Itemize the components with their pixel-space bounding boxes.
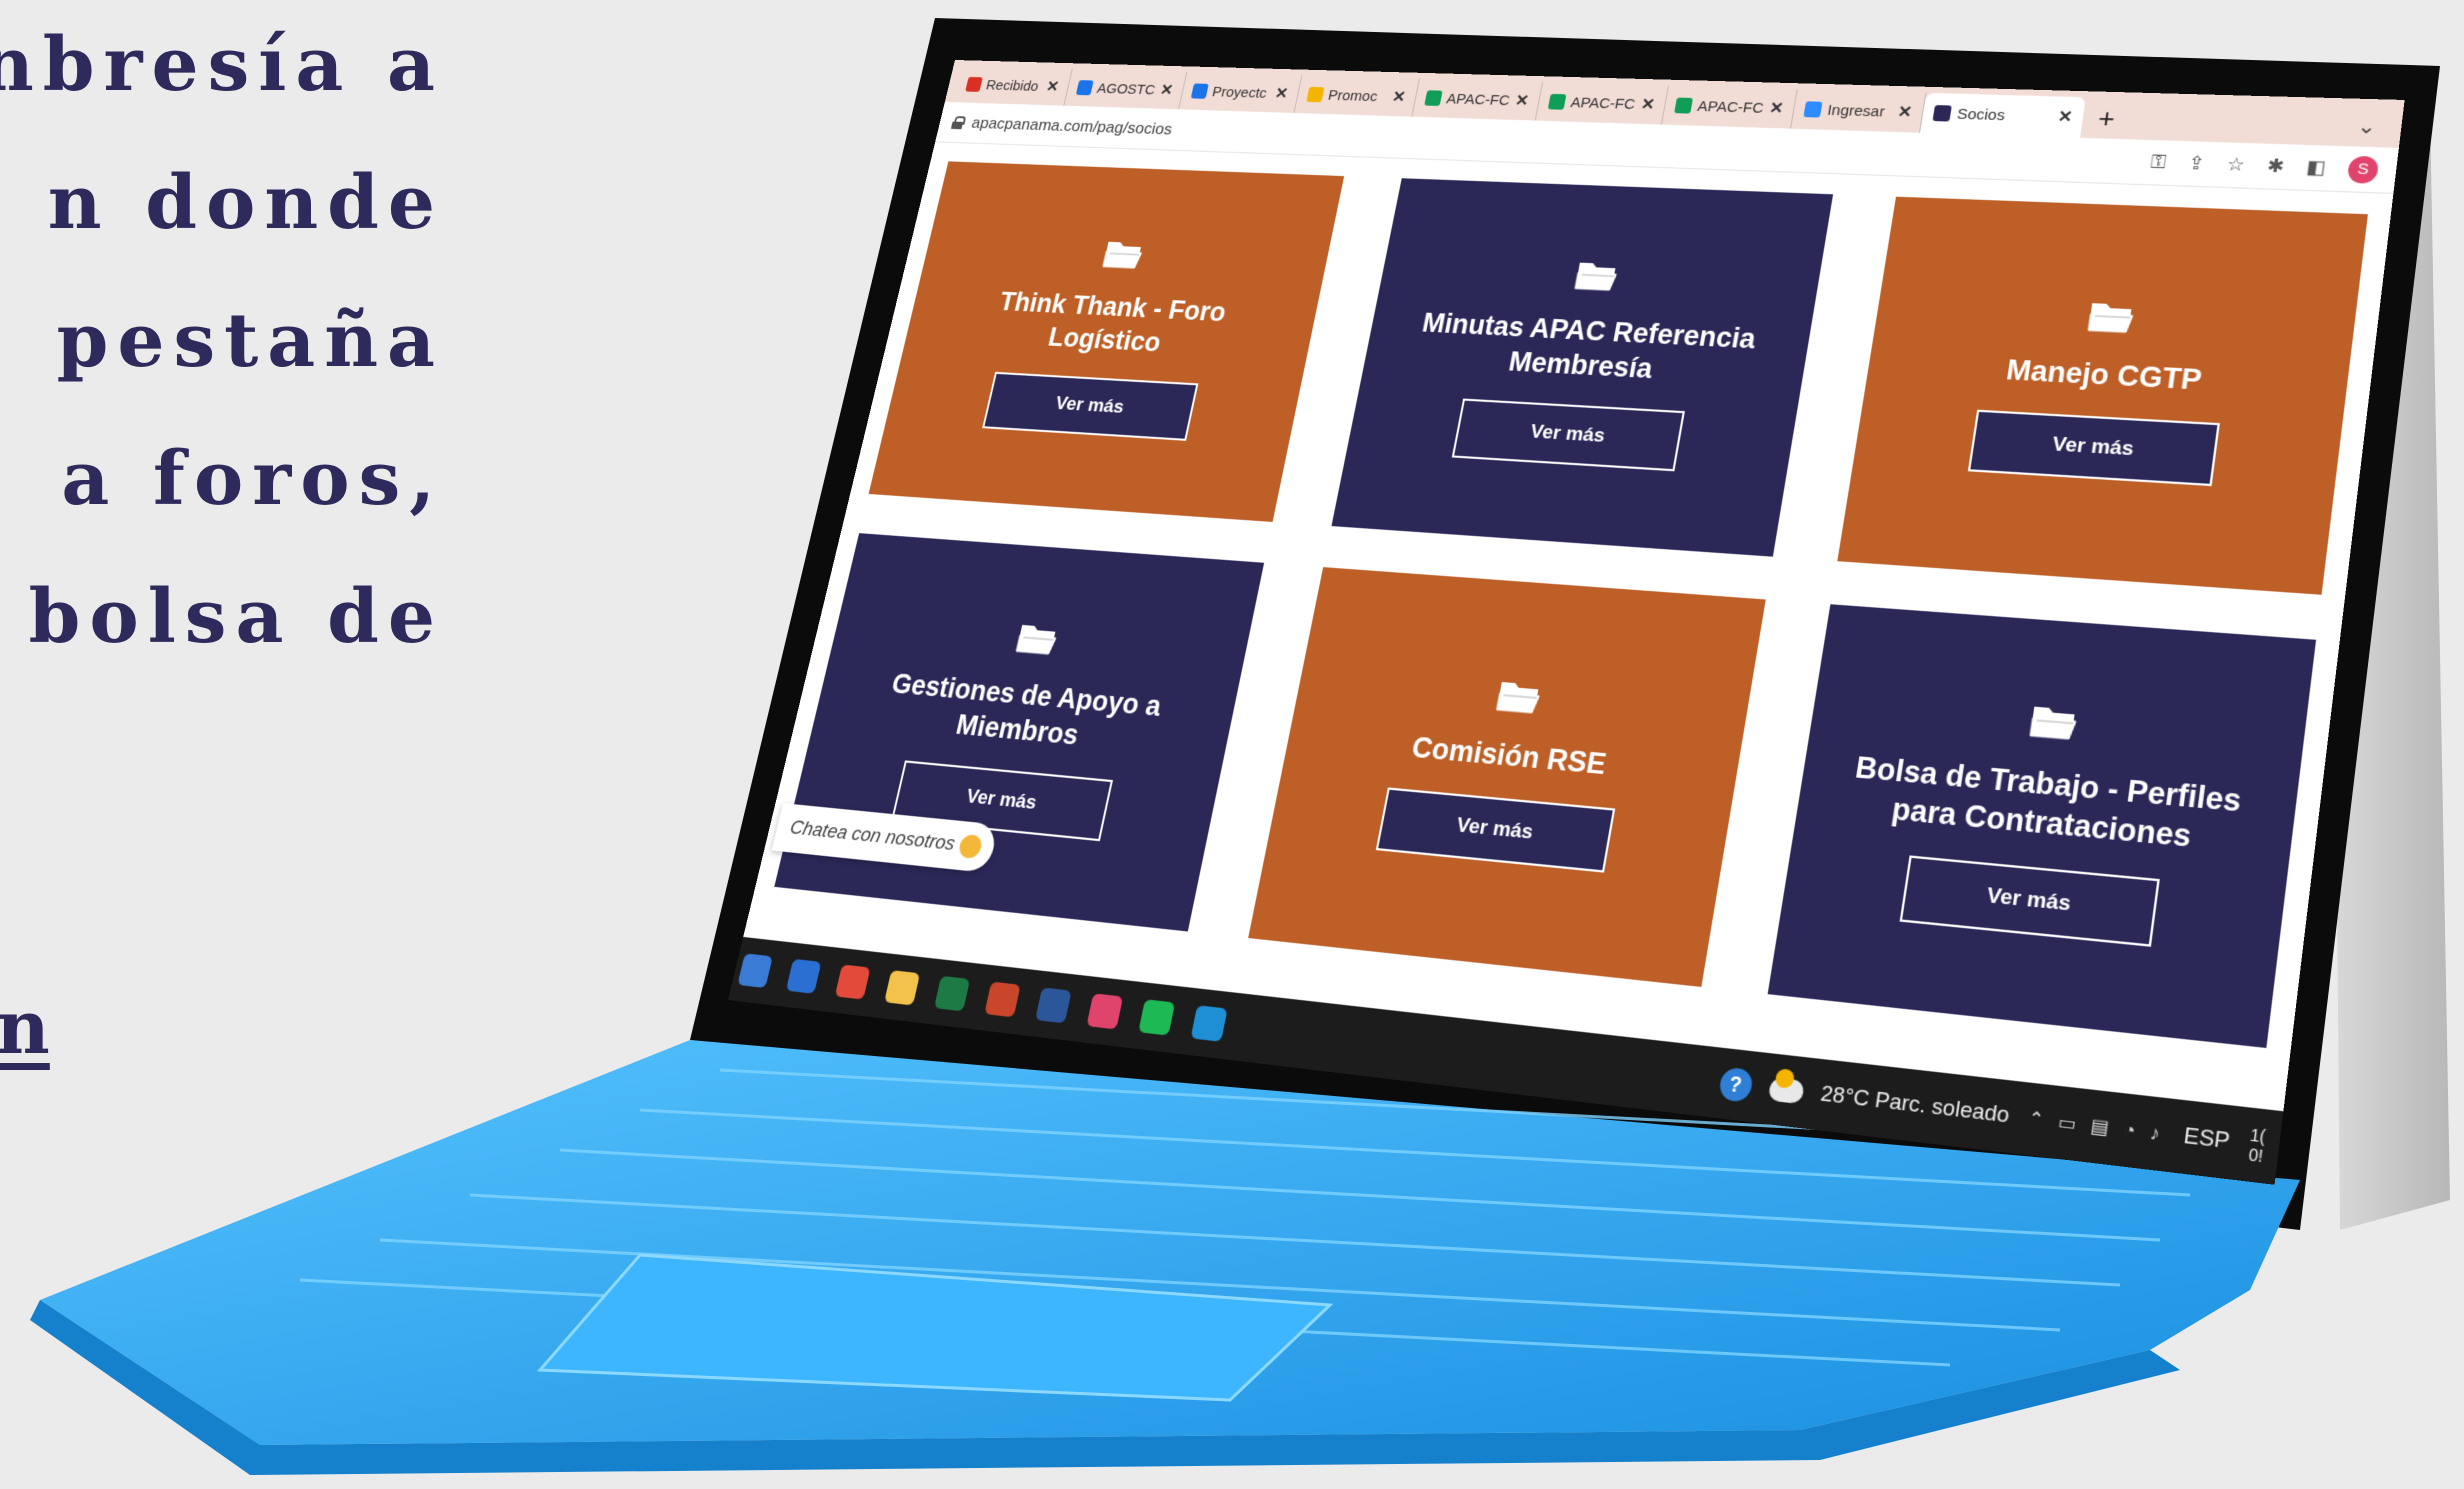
folder-icon [2028, 702, 2081, 742]
section-card: Bolsa de Trabajo - Perfiles para Contrat… [1767, 604, 2317, 1048]
chat-label: Chatea con nosotros [787, 816, 958, 856]
sheets-icon [1674, 97, 1694, 114]
extensions-icon[interactable]: ✱ [2266, 155, 2286, 177]
browser-tab[interactable]: Recibido ✕ [953, 65, 1073, 106]
clock-line-1: 1( [2249, 1124, 2267, 1147]
profile-avatar[interactable]: S [2346, 155, 2380, 184]
address-bar-actions: ⚿ ⇪ ☆ ✱ ◧ S [2149, 149, 2380, 184]
clock[interactable]: 1( 0! [2247, 1125, 2267, 1166]
section-card: Minutas APAC Referencia Membresía Ver más [1331, 178, 1834, 557]
close-icon[interactable]: ✕ [1514, 91, 1531, 111]
clock-line-2: 0! [2247, 1144, 2265, 1166]
tray-icons[interactable]: ⌃ ▭ ▤ ◔ ♪ [2026, 1107, 2166, 1147]
browser-tab[interactable]: Proyectc ✕ [1178, 72, 1303, 113]
sheets-icon [1423, 90, 1443, 106]
excel-icon[interactable] [933, 975, 971, 1012]
star-icon[interactable]: ☆ [2225, 154, 2247, 176]
tab-label: Socios [1955, 105, 2007, 124]
canva-icon [1075, 80, 1094, 96]
browser-tab[interactable]: APAC-FC ✕ [1661, 85, 1798, 129]
section-card: Gestiones de Apoyo a Miembros Ver más [774, 533, 1265, 932]
word-icon[interactable] [1035, 987, 1072, 1024]
key-icon[interactable]: ⚿ [2149, 151, 2168, 173]
folder-icon [1014, 621, 1061, 657]
gmail-icon [965, 76, 983, 92]
tab-label: Recibido [984, 76, 1041, 95]
ver-mas-button[interactable]: Ver más [1899, 855, 2160, 947]
lock-icon [951, 116, 965, 129]
close-icon[interactable]: ✕ [2056, 107, 2074, 128]
card-title: Think Thank - Foro Logístico [996, 286, 1229, 358]
card-title: Gestiones de Apoyo a Miembros [888, 668, 1165, 751]
tab-label: Proyectc [1210, 83, 1269, 102]
ver-mas-button[interactable]: Ver más [1967, 409, 2220, 487]
url-text[interactable]: apacpanama.com/pag/socios [970, 113, 1174, 138]
close-icon[interactable]: ✕ [1768, 98, 1785, 118]
close-icon[interactable]: ✕ [1391, 87, 1408, 106]
weather-icon[interactable] [1767, 1076, 1805, 1105]
tablet-device: Recibido ✕ AGOSTC ✕ Proyectc ✕ Promoc ✕ APAC-FC ✕… [0, 0, 2464, 1489]
sidepanel-icon[interactable]: ◧ [2305, 156, 2327, 179]
browser-tab[interactable]: APAC-FC ✕ [1535, 82, 1670, 125]
section-card: Manejo CGTP Ver más [1837, 196, 2368, 595]
share-icon[interactable]: ⇪ [2186, 153, 2206, 175]
chrome-profile-icon[interactable] [1086, 993, 1124, 1030]
ver-mas-button[interactable]: Ver más [1451, 398, 1685, 472]
folder-icon [1494, 678, 1544, 716]
spotify-icon[interactable] [1138, 999, 1176, 1036]
close-icon[interactable]: ✕ [1639, 95, 1656, 115]
mail-icon[interactable] [785, 958, 822, 994]
tab-label: Ingresar [1826, 101, 1887, 121]
close-icon[interactable]: ✕ [1158, 81, 1175, 100]
drive-icon [1305, 86, 1325, 103]
card-title: Manejo CGTP [2004, 354, 2204, 396]
zoom-icon [1803, 101, 1823, 118]
explorer-icon[interactable] [884, 970, 921, 1006]
section-card: Comisión RSE Ver más [1248, 567, 1766, 987]
browser-tab[interactable]: AGOSTC ✕ [1064, 68, 1188, 110]
card-title: Bolsa de Trabajo - Perfiles para Contrat… [1853, 750, 2244, 854]
browser-tab[interactable]: Promoc ✕ [1294, 75, 1420, 117]
tab-search-icon[interactable]: ⌄ [2355, 105, 2379, 147]
folder-icon [1573, 259, 1621, 293]
store-icon[interactable] [737, 953, 773, 989]
weather-text[interactable]: 28°C Parc. soleado [1819, 1082, 2011, 1130]
close-icon[interactable]: ✕ [1044, 77, 1061, 96]
close-icon[interactable]: ✕ [1896, 102, 1913, 122]
folder-icon [2086, 299, 2137, 335]
close-icon[interactable]: ✕ [1273, 84, 1290, 103]
browser-tab[interactable]: Socios ✕ [1920, 92, 2087, 138]
new-tab-button[interactable]: + [2080, 97, 2133, 139]
chrome-icon[interactable] [834, 964, 871, 1000]
wave-hand-icon [957, 833, 984, 860]
browser-tab[interactable]: APAC-FC ✕ [1412, 78, 1544, 121]
edge-icon[interactable] [1190, 1005, 1228, 1042]
apac-icon [1932, 105, 1953, 122]
tab-label: APAC-FC [1445, 90, 1512, 109]
tab-label: APAC-FC [1569, 93, 1637, 113]
browser-tab[interactable]: Ingresar ✕ [1791, 89, 1927, 133]
card-title: Comisión RSE [1409, 731, 1609, 781]
laptop-screen: Recibido ✕ AGOSTC ✕ Proyectc ✕ Promoc ✕ APAC-FC ✕… [727, 60, 2405, 1185]
folder-icon [1101, 238, 1147, 270]
tab-label: AGOSTC [1095, 80, 1157, 98]
tab-label: APAC-FC [1696, 97, 1765, 117]
tab-label: Promoc [1326, 86, 1380, 105]
language-indicator[interactable]: ESP [2182, 1123, 2231, 1155]
ver-mas-button[interactable]: Ver más [982, 371, 1199, 441]
ver-mas-button[interactable]: Ver más [1375, 787, 1616, 873]
canva-icon [1190, 83, 1209, 99]
help-icon[interactable]: ? [1717, 1066, 1754, 1103]
sheets-icon [1547, 93, 1567, 110]
powerpoint-icon[interactable] [984, 981, 1021, 1018]
card-title: Minutas APAC Referencia Membresía [1419, 307, 1759, 385]
section-card: Think Thank - Foro Logístico Ver más [868, 161, 1345, 522]
